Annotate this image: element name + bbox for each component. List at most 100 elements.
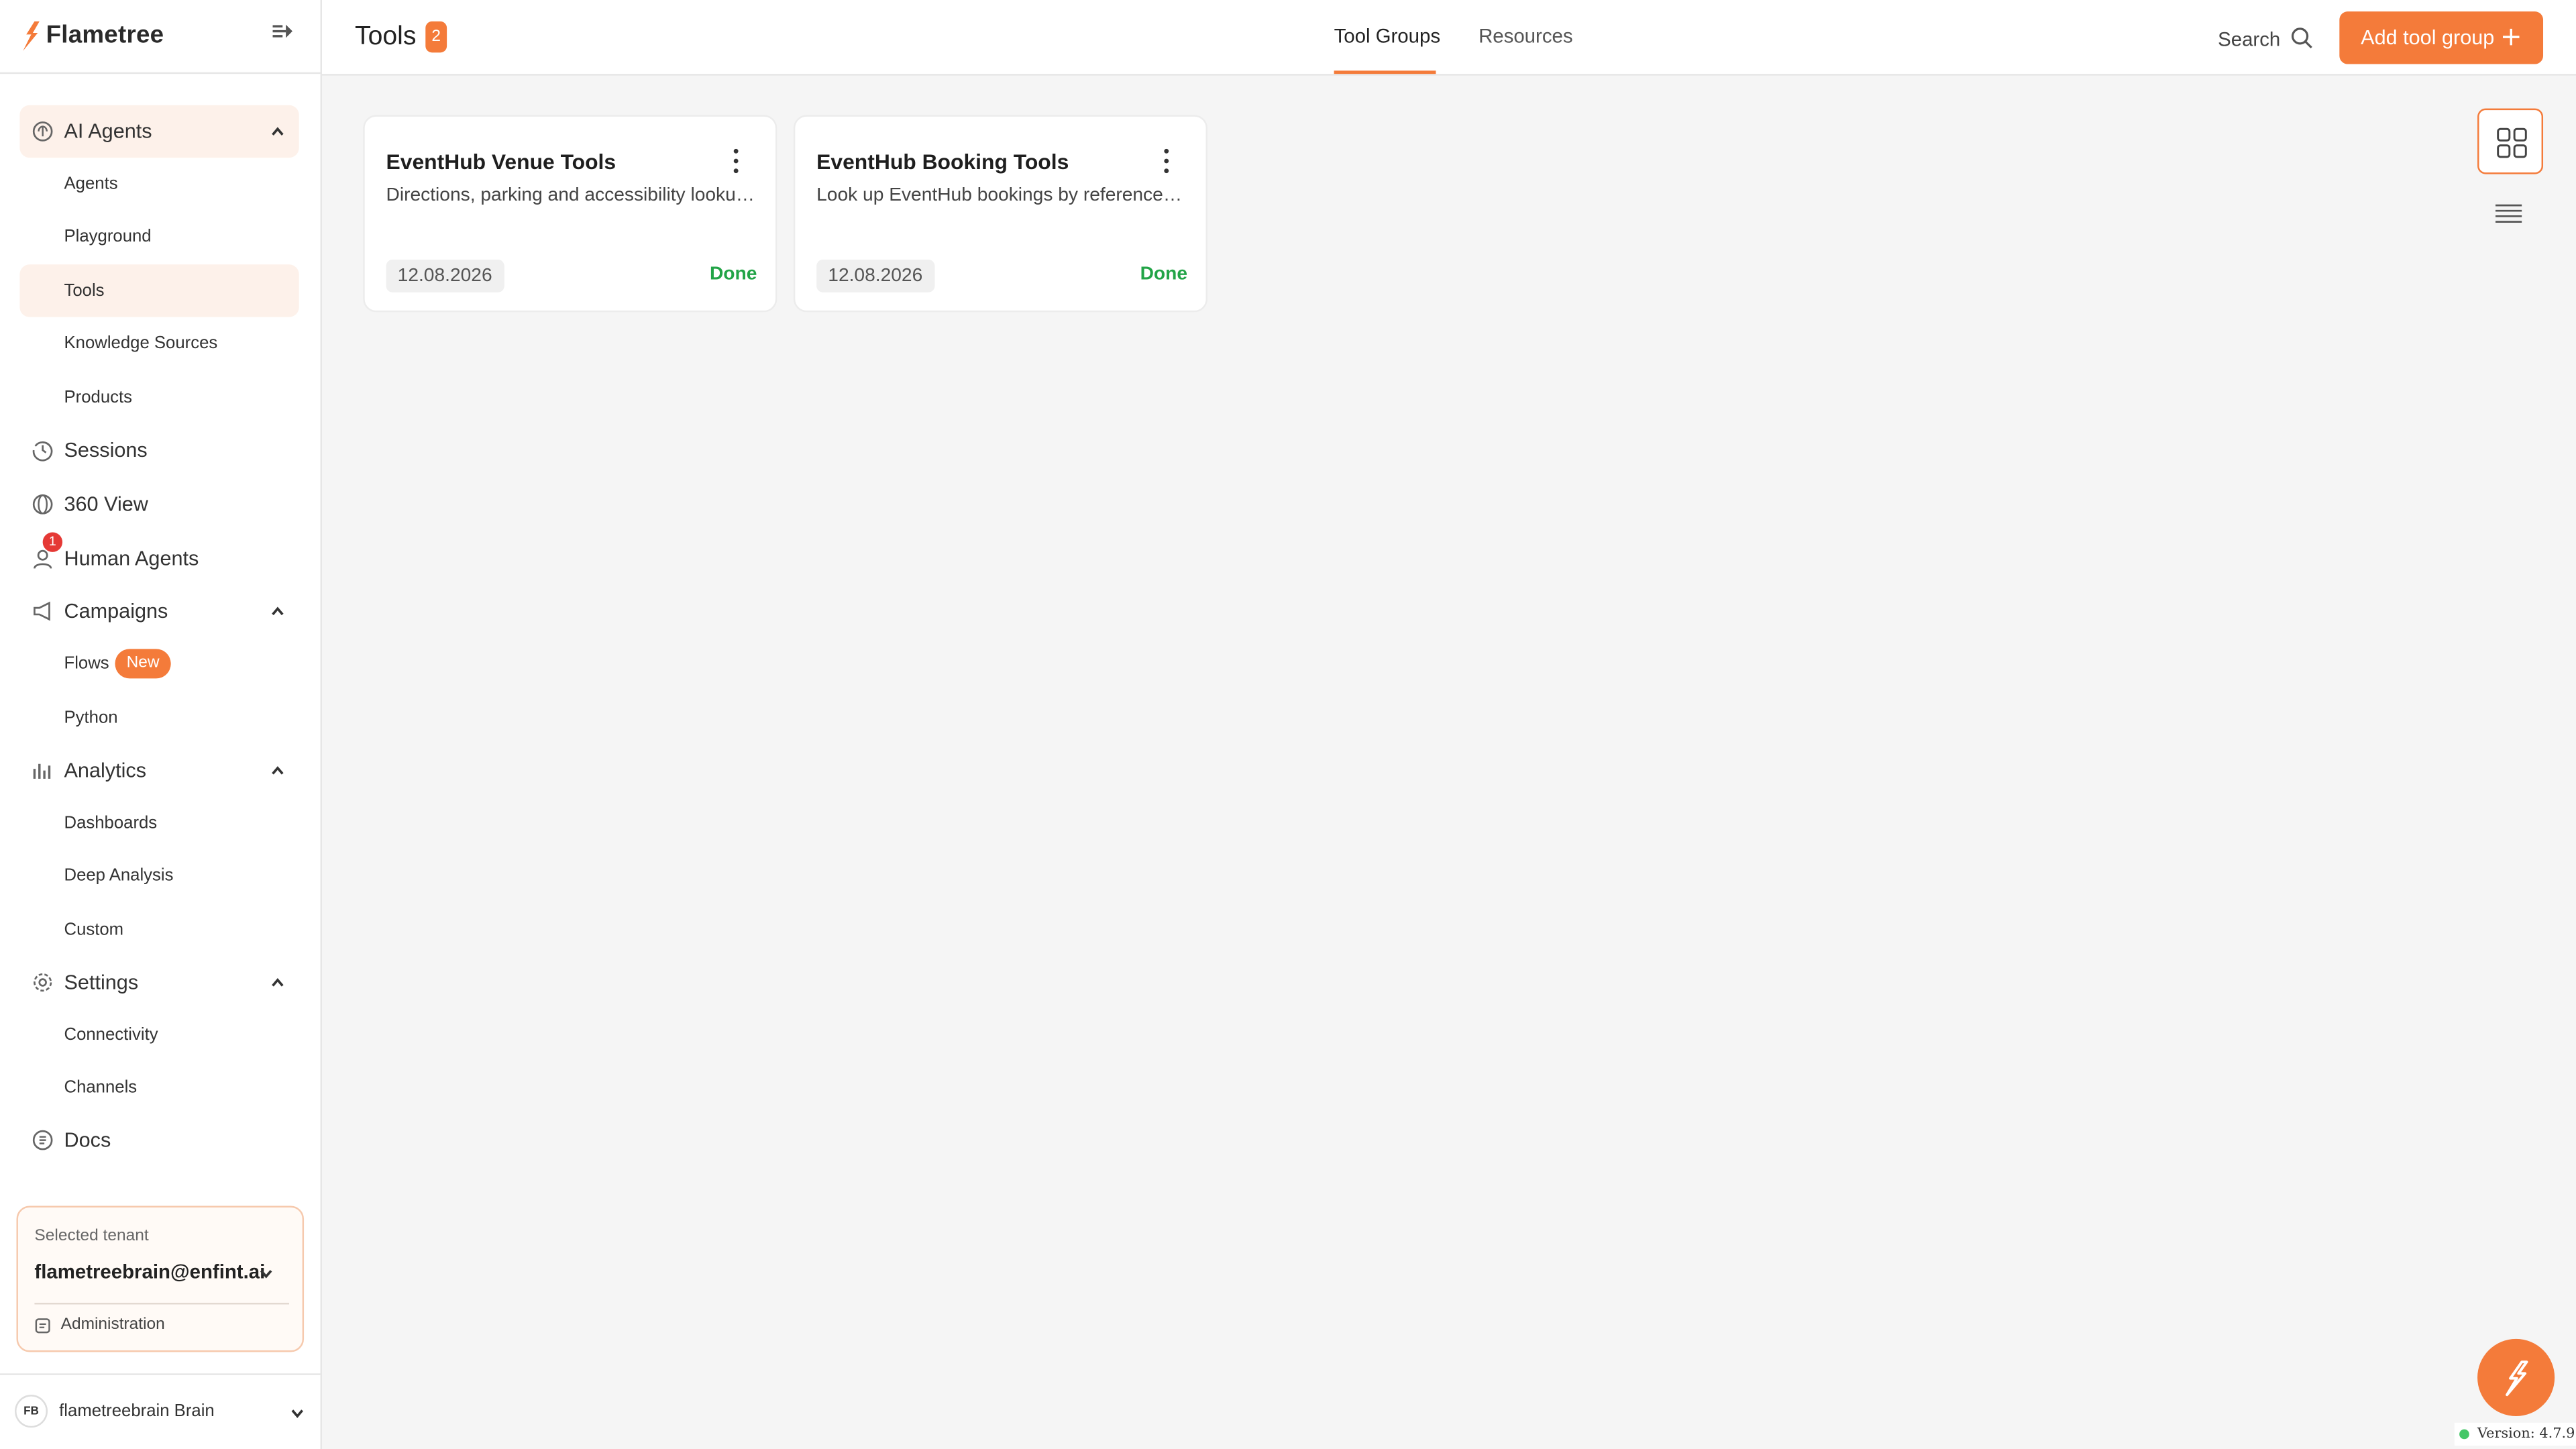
tab-resources[interactable]: Resources	[1479, 25, 1572, 74]
bar-chart-icon	[33, 763, 51, 779]
sidebar-item-label: Connectivity	[64, 1025, 158, 1045]
history-icon	[32, 441, 53, 462]
tool-group-card[interactable]: EventHub Venue Tools Directions, parking…	[363, 115, 777, 313]
tenant-dropdown[interactable]: flametreebrain@enfint.ai	[34, 1260, 265, 1283]
tenant-caption: Selected tenant	[34, 1227, 149, 1246]
sidebar-item-label: Custom	[64, 920, 124, 940]
sidebar-item-dashboards[interactable]: Dashboards	[19, 797, 299, 849]
sidebar-item-playground[interactable]: Playground	[19, 210, 299, 262]
sidebar-item-label: Python	[64, 708, 118, 728]
brand-name: Flametree	[46, 21, 164, 50]
plus-icon	[2503, 28, 2520, 46]
app-root: Flametree AI Agents Agents Playground To…	[0, 0, 2576, 1449]
sidebar-item-settings[interactable]: Settings	[19, 956, 299, 1008]
add-tool-group-label: Add tool group	[2361, 26, 2495, 50]
assistant-chat-button[interactable]	[2477, 1338, 2555, 1417]
new-badge: New	[115, 649, 171, 679]
tool-group-card[interactable]: EventHub Booking Tools Look up EventHub …	[793, 115, 1208, 313]
sidebar-item-label: Tools	[64, 280, 105, 301]
brain-icon	[32, 121, 53, 142]
sidebar-item-knowledge-sources[interactable]: Knowledge Sources	[19, 317, 299, 370]
tenant-selector: Selected tenant flametreebrain@enfint.ai…	[16, 1205, 305, 1352]
card-description: Look up EventHub bookings by reference n…	[816, 185, 1186, 206]
grid-view-toggle[interactable]	[2477, 108, 2544, 174]
sidebar-item-tools[interactable]: Tools	[19, 264, 299, 317]
sidebar-item-campaigns[interactable]: Campaigns	[19, 585, 299, 637]
top-header: Tools 2 Tool Groups Resources Search Add…	[322, 0, 2576, 76]
brand-bar: Flametree	[0, 0, 322, 74]
user-menu[interactable]: FB flametreebrain Brain	[0, 1373, 322, 1449]
sidebar-item-ai-agents[interactable]: AI Agents	[19, 105, 299, 158]
more-vertical-icon[interactable]	[726, 146, 745, 176]
chevron-up-icon[interactable]	[270, 123, 286, 140]
sidebar-item-label: Docs	[64, 1128, 111, 1152]
card-date: 12.08.2026	[386, 259, 504, 292]
list-view-icon[interactable]	[2494, 202, 2524, 225]
card-title: EventHub Venue Tools	[386, 149, 616, 174]
search-button[interactable]: Search	[2218, 28, 2280, 51]
sidebar-item-products[interactable]: Products	[19, 371, 299, 423]
sidebar-item-label: Settings	[64, 971, 139, 994]
active-tab-indicator	[1334, 70, 1436, 74]
sidebar-item-label: Sessions	[64, 438, 148, 462]
sidebar-item-360-view[interactable]: 360 View	[19, 478, 299, 531]
chevron-down-icon[interactable]	[258, 1265, 274, 1281]
status-dot	[2459, 1429, 2469, 1440]
chevron-down-icon[interactable]	[289, 1405, 305, 1421]
sidebar-item-connectivity[interactable]: Connectivity	[19, 1009, 299, 1061]
page-title: Tools	[354, 23, 417, 51]
more-vertical-icon[interactable]	[1157, 146, 1176, 176]
sidebar-item-label: Campaigns	[64, 599, 168, 623]
sidebar-item-docs[interactable]: Docs	[19, 1114, 299, 1166]
administration-link[interactable]: Administration	[61, 1316, 165, 1334]
sidebar-item-deep-analysis[interactable]: Deep Analysis	[19, 849, 299, 902]
add-tool-group-button[interactable]: Add tool group	[2339, 11, 2544, 64]
sidebar-item-channels[interactable]: Channels	[19, 1061, 299, 1114]
chevron-up-icon[interactable]	[270, 762, 286, 778]
megaphone-icon	[34, 601, 50, 621]
status-badge: Done	[1140, 264, 1187, 284]
admin-icon	[35, 1318, 50, 1334]
sidebar-item-agents[interactable]: Agents	[19, 158, 299, 210]
card-title: EventHub Booking Tools	[816, 149, 1069, 174]
user-name: flametreebrain Brain	[59, 1401, 215, 1421]
sidebar-item-python[interactable]: Python	[19, 692, 299, 744]
flametree-logo-icon	[23, 21, 40, 51]
sidebar-item-label: Human Agents	[64, 547, 199, 570]
sidebar-item-human-agents[interactable]: 1 Human Agents	[19, 532, 299, 584]
collapse-sidebar-icon[interactable]	[271, 19, 294, 42]
status-badge: Done	[709, 264, 757, 284]
card-date: 12.08.2026	[816, 259, 934, 292]
sidebar-item-label: Dashboards	[64, 813, 158, 833]
sidebar-item-label: Playground	[64, 226, 152, 247]
search-icon[interactable]	[2290, 26, 2313, 49]
docs-icon	[32, 1130, 53, 1150]
sidebar-item-label: Deep Analysis	[64, 865, 174, 885]
sidebar-item-label: AI Agents	[64, 119, 152, 144]
tab-tool-groups[interactable]: Tool Groups	[1334, 25, 1440, 74]
globe-icon	[32, 494, 53, 515]
sidebar-item-analytics[interactable]: Analytics	[19, 744, 299, 796]
sidebar-item-flows[interactable]: Flows New	[19, 637, 299, 690]
flametree-logo-icon	[2506, 1360, 2528, 1397]
card-description: Directions, parking and accessibility lo…	[386, 185, 756, 206]
count-badge: 2	[425, 21, 447, 53]
version-text: Version: 4.7.9	[2477, 1426, 2575, 1443]
grid-icon	[2497, 127, 2527, 158]
sidebar-item-label: Analytics	[64, 759, 147, 782]
sidebar-item-label: 360 View	[64, 492, 148, 516]
divider	[34, 1303, 290, 1305]
sidebar-item-custom[interactable]: Custom	[19, 904, 299, 956]
sidebar-item-label: Products	[64, 387, 132, 408]
sidebar-item-label: Channels	[64, 1077, 138, 1097]
sidebar-item-label: Knowledge Sources	[64, 333, 218, 354]
notification-badge: 1	[42, 532, 63, 552]
chevron-up-icon[interactable]	[270, 603, 286, 619]
sidebar-item-sessions[interactable]: Sessions	[19, 424, 299, 476]
chevron-up-icon[interactable]	[270, 974, 286, 990]
sidebar-item-label: Flows	[64, 653, 109, 674]
gear-icon	[34, 973, 52, 992]
avatar: FB	[15, 1395, 48, 1428]
version-indicator: Version: 4.7.9	[2454, 1422, 2576, 1446]
sidebar-item-label: Agents	[64, 174, 118, 194]
